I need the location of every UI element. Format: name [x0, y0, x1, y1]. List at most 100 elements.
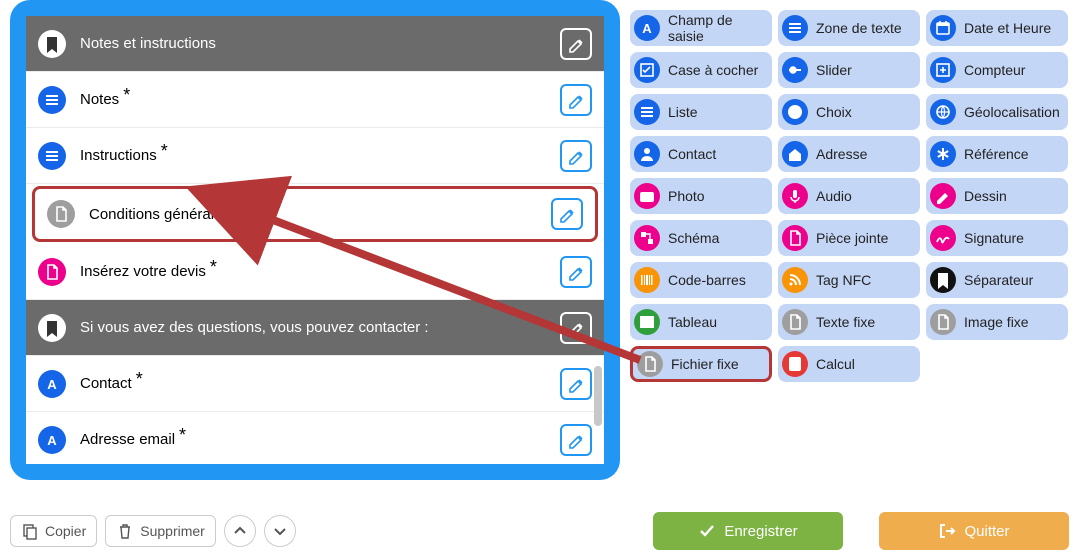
palette-item-date-et-heure[interactable]: Date et Heure: [926, 10, 1068, 46]
palette-item-image-fixe[interactable]: Image fixe: [926, 304, 1068, 340]
palette-item-label: Photo: [668, 188, 705, 204]
scrollbar[interactable]: [594, 366, 602, 426]
file-icon: [637, 351, 663, 377]
edit-button[interactable]: [560, 140, 592, 172]
edit-button[interactable]: [560, 28, 592, 60]
palette-item-adresse[interactable]: Adresse: [778, 136, 920, 172]
palette-item-label: Liste: [668, 104, 698, 120]
move-up-button[interactable]: [224, 515, 256, 547]
palette-item-texte-fixe[interactable]: Texte fixe: [778, 304, 920, 340]
row-label: Notes et instructions: [80, 35, 560, 52]
field-row-instructions[interactable]: Instructions*: [26, 128, 604, 184]
lines-icon: [38, 142, 66, 170]
edit-button[interactable]: [560, 84, 592, 116]
bookmark-icon: [930, 267, 956, 293]
palette-item-fichier-fixe[interactable]: Fichier fixe: [630, 346, 772, 382]
check-icon: [782, 99, 808, 125]
palette-item-tag-nfc[interactable]: Tag NFC: [778, 262, 920, 298]
slider-icon: [782, 57, 808, 83]
palette-item-label: Code-barres: [668, 272, 746, 288]
edit-button[interactable]: [560, 368, 592, 400]
palette-item-liste[interactable]: Liste: [630, 94, 772, 130]
asterisk-icon: [930, 141, 956, 167]
letter-a-icon: [38, 370, 66, 398]
delete-button[interactable]: Supprimer: [105, 515, 216, 547]
file-icon: [47, 200, 75, 228]
form-rows-list: Notes et instructions Notes* Instruction…: [26, 16, 604, 464]
palette-item-label: Calcul: [816, 356, 855, 372]
palette-item-sch-ma[interactable]: Schéma: [630, 220, 772, 256]
field-row-devis[interactable]: Insérez votre devis*: [26, 244, 604, 300]
palette-item-contact[interactable]: Contact: [630, 136, 772, 172]
row-label: Notes*: [80, 89, 560, 110]
mic-icon: [782, 183, 808, 209]
table-icon: [634, 309, 660, 335]
copy-button[interactable]: Copier: [10, 515, 97, 547]
bookmark-icon: [38, 314, 66, 342]
palette-item-s-parateur[interactable]: Séparateur: [926, 262, 1068, 298]
letter-a-icon: [38, 426, 66, 454]
palette-item-label: Séparateur: [964, 272, 1033, 288]
palette-item-calcul[interactable]: Calcul: [778, 346, 920, 382]
palette-item-label: Signature: [964, 230, 1024, 246]
move-down-button[interactable]: [264, 515, 296, 547]
bottom-toolbar: Copier Supprimer Enregistrer Quitter: [10, 512, 1069, 550]
palette-item-champ-de-saisie[interactable]: Champ de saisie: [630, 10, 772, 46]
field-row-conditions[interactable]: Conditions générales: [32, 186, 598, 242]
palette-item-label: Champ de saisie: [668, 12, 764, 44]
palette-item-zone-de-texte[interactable]: Zone de texte: [778, 10, 920, 46]
palette-item-label: Date et Heure: [964, 20, 1051, 36]
palette-item-label: Case à cocher: [668, 62, 758, 78]
edit-button[interactable]: [560, 256, 592, 288]
palette-item-label: Choix: [816, 104, 852, 120]
palette-item-label: Slider: [816, 62, 852, 78]
quit-button[interactable]: Quitter: [879, 512, 1069, 550]
lines-icon: [634, 99, 660, 125]
field-row-contact[interactable]: Contact*: [26, 356, 604, 412]
lines-icon: [782, 15, 808, 41]
schema-icon: [634, 225, 660, 251]
save-button[interactable]: Enregistrer: [653, 512, 843, 550]
letter-a-icon: [634, 15, 660, 41]
palette-item-case-cocher[interactable]: Case à cocher: [630, 52, 772, 88]
row-label: Si vous avez des questions, vous pouvez …: [80, 319, 560, 336]
pencil-icon: [930, 183, 956, 209]
edit-button[interactable]: [551, 198, 583, 230]
palette-item-r-f-rence[interactable]: Référence: [926, 136, 1068, 172]
palette-item-choix[interactable]: Choix: [778, 94, 920, 130]
palette-item-tableau[interactable]: Tableau: [630, 304, 772, 340]
palette-item-slider[interactable]: Slider: [778, 52, 920, 88]
palette-item-signature[interactable]: Signature: [926, 220, 1068, 256]
palette-item-audio[interactable]: Audio: [778, 178, 920, 214]
palette-item-label: Tag NFC: [816, 272, 871, 288]
file-icon: [930, 309, 956, 335]
barcode-icon: [634, 267, 660, 293]
palette-item-dessin[interactable]: Dessin: [926, 178, 1068, 214]
palette-item-photo[interactable]: Photo: [630, 178, 772, 214]
file-icon: [38, 258, 66, 286]
form-editor-panel: Notes et instructions Notes* Instruction…: [10, 0, 620, 480]
palette-item-code-barres[interactable]: Code-barres: [630, 262, 772, 298]
palette-item-label: Compteur: [964, 62, 1025, 78]
palette-item-compteur[interactable]: Compteur: [926, 52, 1068, 88]
palette-item-label: Fichier fixe: [671, 356, 739, 372]
palette-item-label: Tableau: [668, 314, 717, 330]
person-icon: [634, 141, 660, 167]
field-row-email[interactable]: Adresse email*: [26, 412, 604, 464]
separator-row-questions[interactable]: Si vous avez des questions, vous pouvez …: [26, 300, 604, 356]
plus-box-icon: [930, 57, 956, 83]
edit-button[interactable]: [560, 312, 592, 344]
camera-icon: [634, 183, 660, 209]
row-label: Contact*: [80, 373, 560, 394]
calendar-icon: [930, 15, 956, 41]
row-label: Insérez votre devis*: [80, 261, 560, 282]
palette-item-pi-ce-jointe[interactable]: Pièce jointe: [778, 220, 920, 256]
row-label: Instructions*: [80, 145, 560, 166]
field-row-notes[interactable]: Notes*: [26, 72, 604, 128]
palette-item-g-olocalisation[interactable]: Géolocalisation: [926, 94, 1068, 130]
edit-button[interactable]: [560, 424, 592, 456]
separator-row-notes[interactable]: Notes et instructions: [26, 16, 604, 72]
palette-item-label: Contact: [668, 146, 716, 162]
rss-icon: [782, 267, 808, 293]
palette-item-label: Image fixe: [964, 314, 1029, 330]
